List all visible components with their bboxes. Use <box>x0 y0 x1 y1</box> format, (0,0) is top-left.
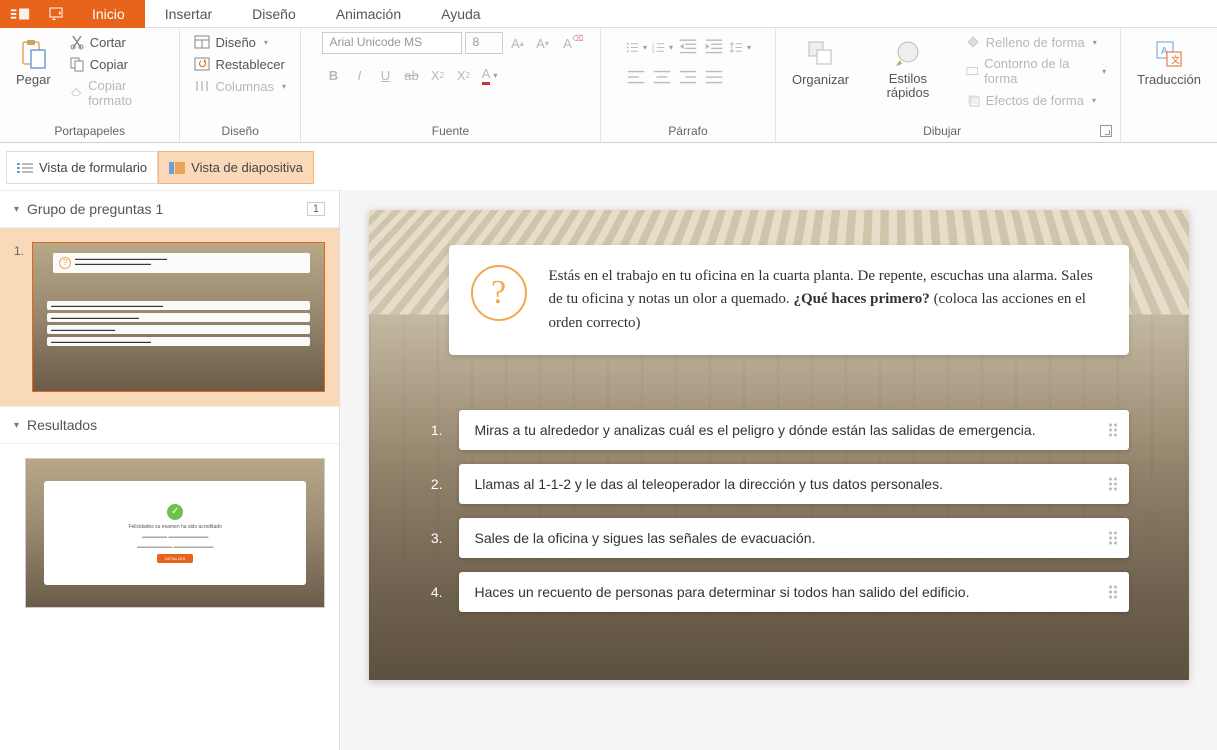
question-icon <box>59 257 71 269</box>
answer-row: 4. Haces un recuento de personas para de… <box>419 572 1129 612</box>
group-clipboard-label: Portapapeles <box>8 124 171 138</box>
italic-icon[interactable]: I <box>348 64 370 86</box>
question-group-header[interactable]: ▾ Grupo de preguntas 1 1 <box>0 190 339 228</box>
superscript-icon[interactable]: X2 <box>452 64 474 86</box>
tab-diseno[interactable]: Diseño <box>232 0 316 28</box>
app-logo[interactable] <box>0 0 40 28</box>
app-menu-dropdown[interactable] <box>40 0 72 28</box>
copy-button[interactable]: Copiar <box>63 54 172 74</box>
align-right-icon[interactable] <box>677 66 699 88</box>
justify-icon[interactable] <box>703 66 725 88</box>
tab-inicio[interactable]: Inicio <box>72 0 145 28</box>
group-font: Arial Unicode MS 8 A▴ A▾ A⌫ B I U ab X2 … <box>301 28 601 142</box>
editor-canvas: ? Estás en el trabajo en tu oficina en l… <box>340 190 1217 750</box>
subscript-icon[interactable]: X2 <box>426 64 448 86</box>
format-painter-button[interactable]: Copiar formato <box>63 76 172 110</box>
font-color-icon[interactable]: A <box>478 64 500 86</box>
results-thumbnail[interactable]: ✓ Felicidades su examen ha sido acredita… <box>0 444 339 622</box>
group-paragraph-label: Párrafo <box>609 124 767 138</box>
details-button: DETALLES <box>157 554 193 563</box>
bold-icon[interactable]: B <box>322 64 344 86</box>
question-mark-icon: ? <box>471 265 527 321</box>
columns-button[interactable]: Columnas <box>188 76 292 96</box>
align-left-icon[interactable] <box>625 66 647 88</box>
group-clipboard: Pegar Cortar Copiar Copiar formato Porta… <box>0 28 180 142</box>
question-text: Estás en el trabajo en tu oficina en la … <box>549 265 1101 335</box>
thumbnail-preview: ▬▬▬▬▬▬▬▬▬▬▬▬▬▬▬▬▬▬▬▬▬▬▬▬▬▬▬▬▬▬▬▬▬▬▬▬▬▬▬▬… <box>32 242 325 392</box>
drag-handle-icon[interactable] <box>1109 532 1117 545</box>
outdent-icon[interactable] <box>677 36 699 58</box>
slide-thumbnail-1[interactable]: 1. ▬▬▬▬▬▬▬▬▬▬▬▬▬▬▬▬▬▬▬▬▬▬▬▬▬▬▬▬▬▬▬▬▬▬▬▬▬… <box>0 228 339 406</box>
line-spacing-icon[interactable] <box>729 36 751 58</box>
titlebar: Inicio Insertar Diseño Animación Ayuda <box>0 0 1217 28</box>
group-paragraph: 123 Párrafo <box>601 28 776 142</box>
group-design: Diseño Restablecer Columnas Diseño <box>180 28 301 142</box>
cut-button[interactable]: Cortar <box>63 32 172 52</box>
drag-handle-icon[interactable] <box>1109 478 1117 491</box>
slide[interactable]: ? Estás en el trabajo en tu oficina en l… <box>369 210 1189 680</box>
group-translate: A文 Traducción <box>1121 28 1217 142</box>
chevron-down-icon: ▾ <box>14 204 19 215</box>
increase-font-icon[interactable]: A▴ <box>506 32 528 54</box>
quick-styles-button[interactable]: Estilos rápidos <box>861 32 955 107</box>
underline-icon[interactable]: U <box>374 64 396 86</box>
answer-card-2[interactable]: Llamas al 1-1-2 y le das al teleoperador… <box>459 464 1129 504</box>
numbering-icon[interactable]: 123 <box>651 36 673 58</box>
shape-fill-button[interactable]: Relleno de forma <box>959 32 1112 52</box>
indent-icon[interactable] <box>703 36 725 58</box>
slide-panel: ▾ Grupo de preguntas 1 1 1. ▬▬▬▬▬▬▬▬▬▬▬▬… <box>0 190 340 750</box>
answer-row: 1. Miras a tu alrededor y analizas cuál … <box>419 410 1129 450</box>
chevron-down-icon: ▾ <box>14 420 19 431</box>
thumbnail-preview: ✓ Felicidades su examen ha sido acredita… <box>25 458 325 608</box>
shape-effects-button[interactable]: Efectos de forma <box>959 90 1112 110</box>
svg-text:3: 3 <box>652 49 655 54</box>
form-view-button[interactable]: Vista de formulario <box>6 151 158 184</box>
reset-button[interactable]: Restablecer <box>188 54 292 74</box>
main-split: ▾ Grupo de preguntas 1 1 1. ▬▬▬▬▬▬▬▬▬▬▬▬… <box>0 190 1217 750</box>
tab-insertar[interactable]: Insertar <box>145 0 232 28</box>
ribbon: Pegar Cortar Copiar Copiar formato Porta… <box>0 28 1217 143</box>
decrease-font-icon[interactable]: A▾ <box>531 32 553 54</box>
answer-card-1[interactable]: Miras a tu alrededor y analizas cuál es … <box>459 410 1129 450</box>
answers-list: 1. Miras a tu alrededor y analizas cuál … <box>419 410 1129 612</box>
menu-tabs: Inicio Insertar Diseño Animación Ayuda <box>72 0 501 28</box>
view-toggle-bar: Vista de formulario Vista de diapositiva <box>0 143 1217 190</box>
group-design-label: Diseño <box>188 124 292 138</box>
answer-card-4[interactable]: Haces un recuento de personas para deter… <box>459 572 1129 612</box>
answer-row: 2. Llamas al 1-1-2 y le das al teleopera… <box>419 464 1129 504</box>
tab-ayuda[interactable]: Ayuda <box>421 0 500 28</box>
translate-button[interactable]: A文 Traducción <box>1129 32 1209 93</box>
answer-card-3[interactable]: Sales de la oficina y sigues las señales… <box>459 518 1129 558</box>
strike-icon[interactable]: ab <box>400 64 422 86</box>
font-size-select[interactable]: 8 <box>465 32 503 54</box>
group-draw: Organizar Estilos rápidos Relleno de for… <box>776 28 1121 142</box>
bullets-icon[interactable] <box>625 36 647 58</box>
answer-row: 3. Sales de la oficina y sigues las seña… <box>419 518 1129 558</box>
align-center-icon[interactable] <box>651 66 673 88</box>
slide-view-button[interactable]: Vista de diapositiva <box>158 151 314 184</box>
clear-format-icon[interactable]: A⌫ <box>556 32 578 54</box>
results-header[interactable]: ▾ Resultados <box>0 406 339 444</box>
paste-button[interactable]: Pegar <box>8 32 59 93</box>
question-card[interactable]: ? Estás en el trabajo en tu oficina en l… <box>449 245 1129 355</box>
group-draw-label: Dibujar <box>784 124 1100 138</box>
check-icon: ✓ <box>167 504 183 520</box>
arrange-button[interactable]: Organizar <box>784 32 857 93</box>
group-count-badge: 1 <box>307 202 325 216</box>
draw-dialog-launcher-icon[interactable] <box>1100 125 1112 137</box>
tab-animacion[interactable]: Animación <box>316 0 421 28</box>
paste-label: Pegar <box>16 72 51 87</box>
drag-handle-icon[interactable] <box>1109 586 1117 599</box>
layout-button[interactable]: Diseño <box>188 32 292 52</box>
group-font-label: Fuente <box>309 124 592 138</box>
font-family-select[interactable]: Arial Unicode MS <box>322 32 462 54</box>
svg-text:文: 文 <box>1171 54 1180 65</box>
shape-outline-button[interactable]: Contorno de la forma <box>959 54 1112 88</box>
drag-handle-icon[interactable] <box>1109 424 1117 437</box>
